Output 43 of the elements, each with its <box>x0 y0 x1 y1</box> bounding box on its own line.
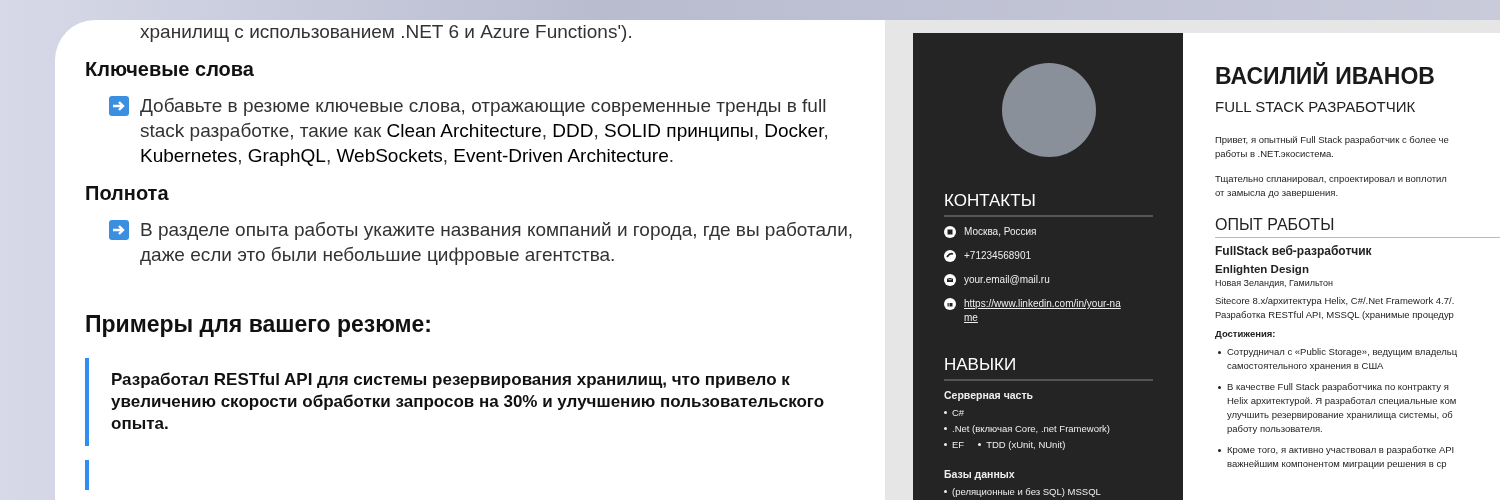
summary-text: Привет, я опытный Full Stack разработчик с более че работы в .NET.экосистема. <box>1215 133 1450 161</box>
contact-text: Москва, Россия <box>964 225 1037 239</box>
job-title: FullStack веб-разработчик <box>1215 244 1373 258</box>
main-heading: ОПЫТ РАБОТЫ <box>1215 216 1500 238</box>
bullet-dot <box>944 443 947 446</box>
phone-icon <box>944 250 956 262</box>
resume-name: ВАСИЛИЙ ИВАНОВ <box>1215 63 1436 90</box>
resume-role: FULL STACK РАЗРАБОТЧИК <box>1215 98 1417 115</box>
achievement-text: Кроме того, я активно участвовал в разработке API важнейшим компонентом миграции решения в ср <box>1227 443 1455 471</box>
tech-stack-text: Sitecore 8.x/архитектура Helix, C#/.Net Framework 4.7/. Разработка RESTful API, MSSQL (хранимые процедур <box>1215 294 1456 322</box>
job-location: Новая Зеландия, Гамильтон <box>1215 278 1334 288</box>
skill-item: EF <box>952 439 965 450</box>
achievement-text: Сотрудничал с «Public Storage», ведущим владельц самостоятельного хранения в США <box>1227 345 1458 373</box>
bullet-dot <box>1218 386 1221 389</box>
achievement-text: В качестве Full Stack разработчика по контракту я Helix архитектурой. Я разработал специальные ком улучшить резервирование хранилища системы, об работу пользователя. <box>1227 380 1457 436</box>
bullet-text: Добавьте в резюме ключевые слова, отражающие современные тренды в full stack разработке, такие как Clean Architecture, DDD, SOLID принципы, Docker, Kubernetes, GraphQL, WebSockets, Event-Driven Architecture. <box>140 94 830 168</box>
skill-item: C# <box>952 407 965 418</box>
bullet-dot <box>1218 351 1221 354</box>
company-name: Enlighten Design <box>1215 263 1310 275</box>
profile-link[interactable]: https://www.linkedin.com/in/your-name <box>964 297 1129 325</box>
summary-text: Тщательно спланировал, спроектировал и воплотил от замысла до завершения. <box>1215 172 1448 200</box>
sidebar-heading: НАВЫКИ <box>944 355 1153 381</box>
skill-group-title: Базы данных <box>944 468 1016 480</box>
section-heading: Примеры для вашего резюме: <box>85 311 433 338</box>
skill-item: (реляционные и без SQL) MSSQL <box>952 486 1101 497</box>
bullet-dot <box>944 490 947 493</box>
envelope-icon <box>944 274 956 286</box>
paragraph-text: хранилищ с использованием .NET 6 и Azure Functions'). <box>139 20 634 44</box>
bullet-dot <box>978 443 982 446</box>
bullet-dot <box>1218 449 1221 452</box>
contact-text: +71234568901 <box>964 249 1032 263</box>
contact-text: your.email@mail.ru <box>964 273 1050 287</box>
section-heading: Ключевые слова <box>85 58 255 81</box>
achievements-label: Достижения: <box>1215 328 1277 339</box>
skill-group-title: Серверная часть <box>944 389 1034 401</box>
skill-item: .Net (включая Core, .net Framework) <box>952 423 1111 434</box>
bullet-dot <box>944 411 947 414</box>
section-heading: Полнота <box>85 182 170 205</box>
bullet-text: В разделе опыта работы укажите названия компаний и города, где вы работали, даже если это были небольшие цифровые агентства. <box>140 218 855 267</box>
skill-item: TDD (xUnit, NUnit) <box>986 439 1066 450</box>
bullet-dot <box>944 427 947 430</box>
sidebar-heading: КОНТАКТЫ <box>944 191 1153 217</box>
example-quote: Разработал RESTful API для системы резервирования хранилищ, что привело к увеличению скорости обработки запросов на 30% и улучшению пользовательского опыта. <box>85 358 831 446</box>
